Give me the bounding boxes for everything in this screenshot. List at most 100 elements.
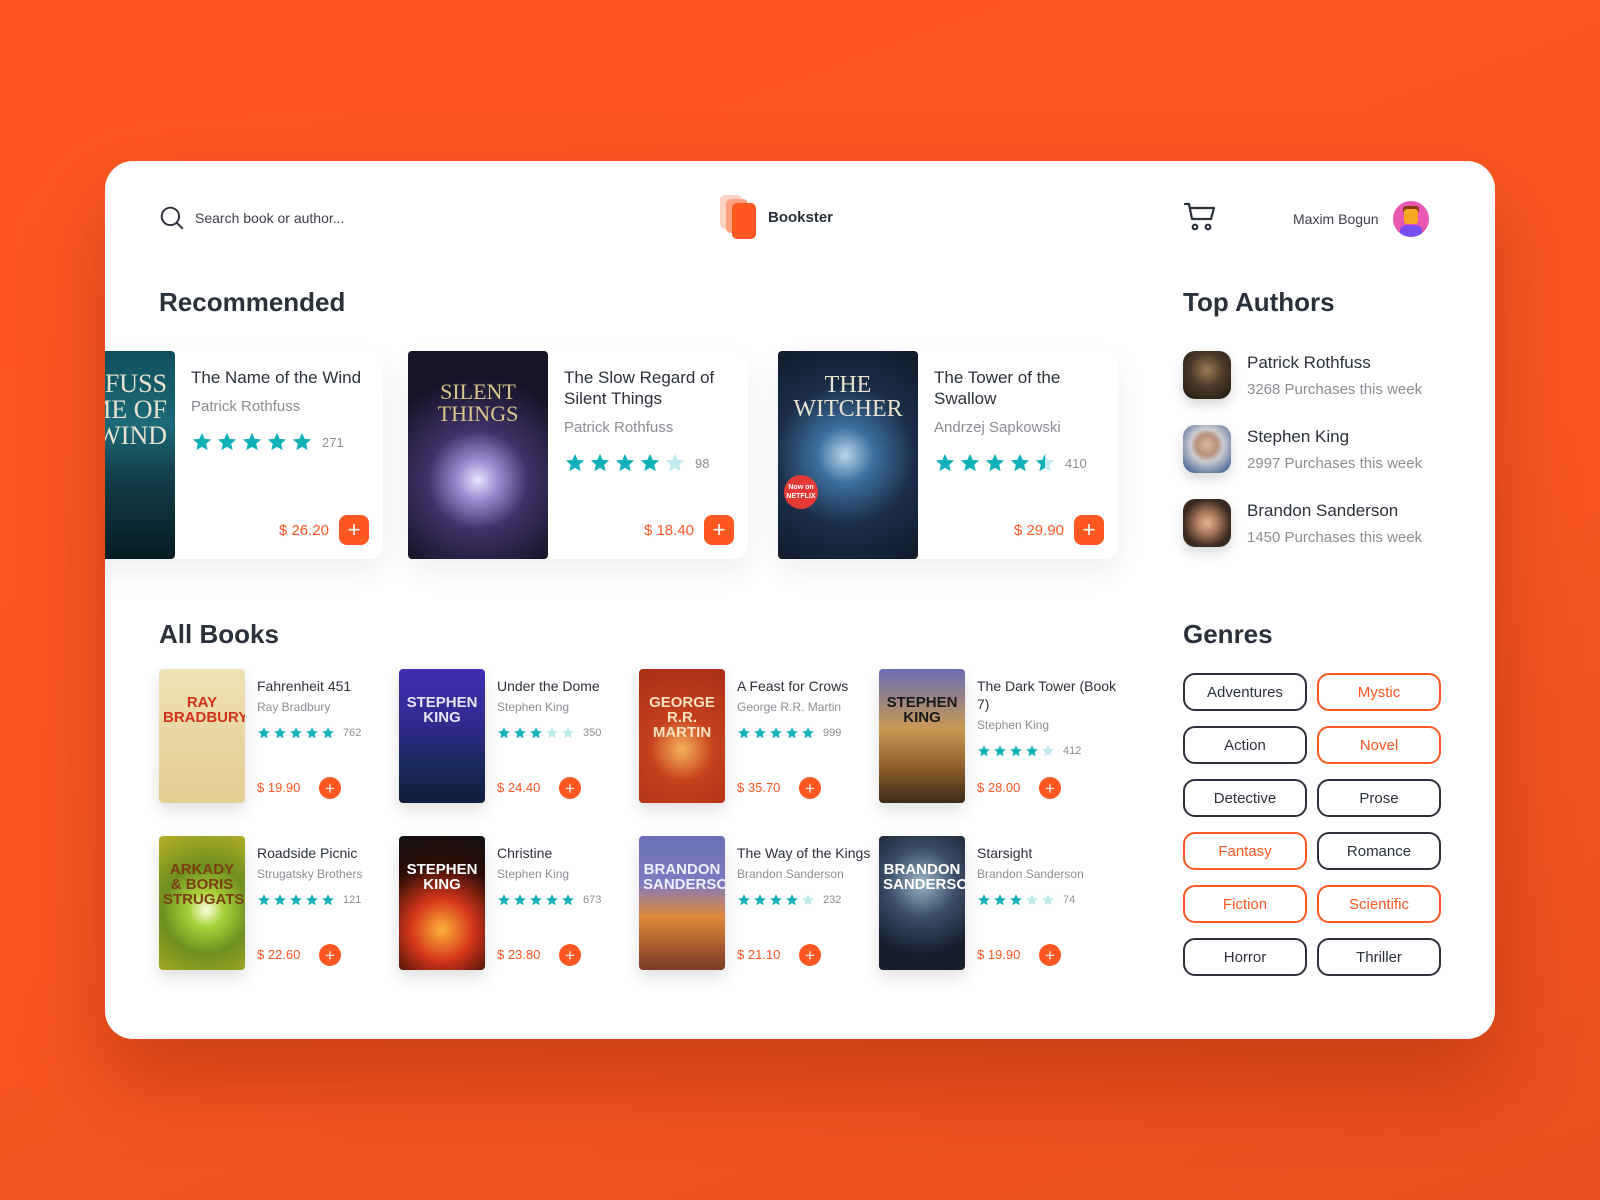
star-icon <box>561 726 575 740</box>
star-icon <box>769 726 783 740</box>
genre-chip-horror[interactable]: Horror <box>1183 938 1307 976</box>
genre-chip-fantasy[interactable]: Fantasy <box>1183 832 1307 870</box>
rating-stars: 98 <box>564 452 744 474</box>
book-cover: RAY BRADBURY <box>159 669 245 803</box>
star-icon <box>191 431 213 453</box>
book-author[interactable]: Brandon Sanderson <box>737 867 877 881</box>
book-author[interactable]: Patrick Rothfuss <box>564 419 744 436</box>
rating-count: 999 <box>823 727 842 739</box>
recommended-card[interactable]: RICK FUSS · NAME OF THE WIND The Name of… <box>105 351 383 559</box>
add-to-cart-button[interactable]: + <box>559 944 581 966</box>
book-item[interactable]: BRANDON SANDERSON Starsight Brandon Sand… <box>879 836 1114 970</box>
rating-stars: 673 <box>497 893 637 907</box>
book-title[interactable]: Fahrenheit 451 <box>257 677 397 695</box>
book-author[interactable]: Strugatsky Brothers <box>257 867 397 881</box>
star-icon <box>769 893 783 907</box>
cart-icon[interactable] <box>1183 201 1217 233</box>
star-icon <box>529 893 543 907</box>
author-item[interactable]: Brandon Sanderson 1450 Purchases this we… <box>1183 499 1422 547</box>
app-window: Bookster Maxim Bogun Recommended RICK FU… <box>105 161 1495 1039</box>
search-bar[interactable] <box>159 205 415 231</box>
book-item[interactable]: STEPHEN KING Christine Stephen King 673 … <box>399 836 634 970</box>
genre-chip-mystic[interactable]: Mystic <box>1317 673 1441 711</box>
rating-stars: 271 <box>191 431 371 453</box>
user-menu[interactable]: Maxim Bogun <box>1293 201 1429 237</box>
genre-chip-detective[interactable]: Detective <box>1183 779 1307 817</box>
add-to-cart-button[interactable]: + <box>1039 777 1061 799</box>
book-title[interactable]: The Way of the Kings <box>737 844 877 862</box>
author-item[interactable]: Stephen King 2997 Purchases this week <box>1183 425 1422 473</box>
rating-count: 74 <box>1063 894 1076 906</box>
author-name: Brandon Sanderson <box>1247 500 1399 520</box>
book-title[interactable]: Under the Dome <box>497 677 637 695</box>
add-to-cart-button[interactable]: + <box>799 777 821 799</box>
add-to-cart-button[interactable]: + <box>704 515 734 545</box>
brand-logo[interactable]: Bookster <box>720 195 833 239</box>
book-cover: THE WITCHER Now on NETFLIX <box>778 351 918 559</box>
book-item[interactable]: RAY BRADBURY Fahrenheit 451 Ray Bradbury… <box>159 669 394 803</box>
star-icon <box>1009 452 1031 474</box>
star-icon <box>305 726 319 740</box>
search-input[interactable] <box>195 210 415 226</box>
genre-chip-romance[interactable]: Romance <box>1317 832 1441 870</box>
genre-chip-scientific[interactable]: Scientific <box>1317 885 1441 923</box>
brand-name: Bookster <box>768 208 834 226</box>
star-icon <box>977 744 991 758</box>
star-icon <box>497 893 511 907</box>
genre-chip-thriller[interactable]: Thriller <box>1317 938 1441 976</box>
book-author[interactable]: Stephen King <box>977 718 1117 732</box>
book-author[interactable]: Brandon Sanderson <box>977 867 1117 881</box>
book-author[interactable]: Patrick Rothfuss <box>191 398 371 415</box>
book-item[interactable]: BRANDON SANDERSON The Way of the Kings B… <box>639 836 874 970</box>
genre-chip-novel[interactable]: Novel <box>1317 726 1441 764</box>
book-cover: ARKADY & BORIS STRUGATSKY <box>159 836 245 970</box>
book-item[interactable]: STEPHEN KING Under the Dome Stephen King… <box>399 669 634 803</box>
star-icon <box>289 726 303 740</box>
genre-chip-fiction[interactable]: Fiction <box>1183 885 1307 923</box>
star-icon <box>321 893 335 907</box>
avatar[interactable] <box>1392 201 1429 237</box>
book-cover: SILENT THINGS <box>408 351 548 559</box>
add-to-cart-button[interactable]: + <box>799 944 821 966</box>
add-to-cart-button[interactable]: + <box>339 515 369 545</box>
book-title[interactable]: Starsight <box>977 844 1117 862</box>
book-author[interactable]: Stephen King <box>497 867 637 881</box>
star-icon <box>589 452 611 474</box>
genre-chip-action[interactable]: Action <box>1183 726 1307 764</box>
book-title[interactable]: The Slow Regard of Silent Things <box>564 367 744 409</box>
genre-chip-prose[interactable]: Prose <box>1317 779 1441 817</box>
book-author[interactable]: Ray Bradbury <box>257 700 397 714</box>
star-icon <box>801 893 815 907</box>
book-author[interactable]: Andrzej Sapkowski <box>934 419 1114 436</box>
book-item[interactable]: GEORGE R.R. MARTIN A Feast for Crows Geo… <box>639 669 874 803</box>
book-author[interactable]: George R.R. Martin <box>737 700 877 714</box>
recommended-card[interactable]: THE WITCHER Now on NETFLIX The Tower of … <box>778 351 1118 559</box>
book-title[interactable]: A Feast for Crows <box>737 677 877 695</box>
genre-chip-adventures[interactable]: Adventures <box>1183 673 1307 711</box>
star-icon <box>753 893 767 907</box>
star-icon <box>639 452 661 474</box>
star-icon <box>513 893 527 907</box>
star-icon <box>1034 452 1056 474</box>
book-item[interactable]: STEPHEN KING The Dark Tower (Book 7) Ste… <box>879 669 1117 803</box>
recommended-card[interactable]: SILENT THINGS The Slow Regard of Silent … <box>408 351 748 559</box>
author-item[interactable]: Patrick Rothfuss 3268 Purchases this wee… <box>1183 351 1422 399</box>
add-to-cart-button[interactable]: + <box>319 944 341 966</box>
star-icon <box>513 726 527 740</box>
book-item[interactable]: ARKADY & BORIS STRUGATSKY Roadside Picni… <box>159 836 394 970</box>
book-title[interactable]: The Dark Tower (Book 7) <box>977 677 1117 713</box>
author-purchases: 1450 Purchases this week <box>1247 528 1423 546</box>
add-to-cart-button[interactable]: + <box>1074 515 1104 545</box>
book-title[interactable]: The Name of the Wind <box>191 367 371 388</box>
book-title[interactable]: The Tower of the Swallow <box>934 367 1114 409</box>
netflix-badge: Now on NETFLIX <box>784 475 818 509</box>
top-authors-heading: Top Authors <box>1183 287 1335 317</box>
add-to-cart-button[interactable]: + <box>559 777 581 799</box>
add-to-cart-button[interactable]: + <box>319 777 341 799</box>
book-title[interactable]: Christine <box>497 844 637 862</box>
add-to-cart-button[interactable]: + <box>1039 944 1061 966</box>
book-author[interactable]: Stephen King <box>497 700 637 714</box>
rating-count: 762 <box>343 727 362 739</box>
book-price: $ 26.20 <box>278 522 329 539</box>
book-title[interactable]: Roadside Picnic <box>257 844 397 862</box>
